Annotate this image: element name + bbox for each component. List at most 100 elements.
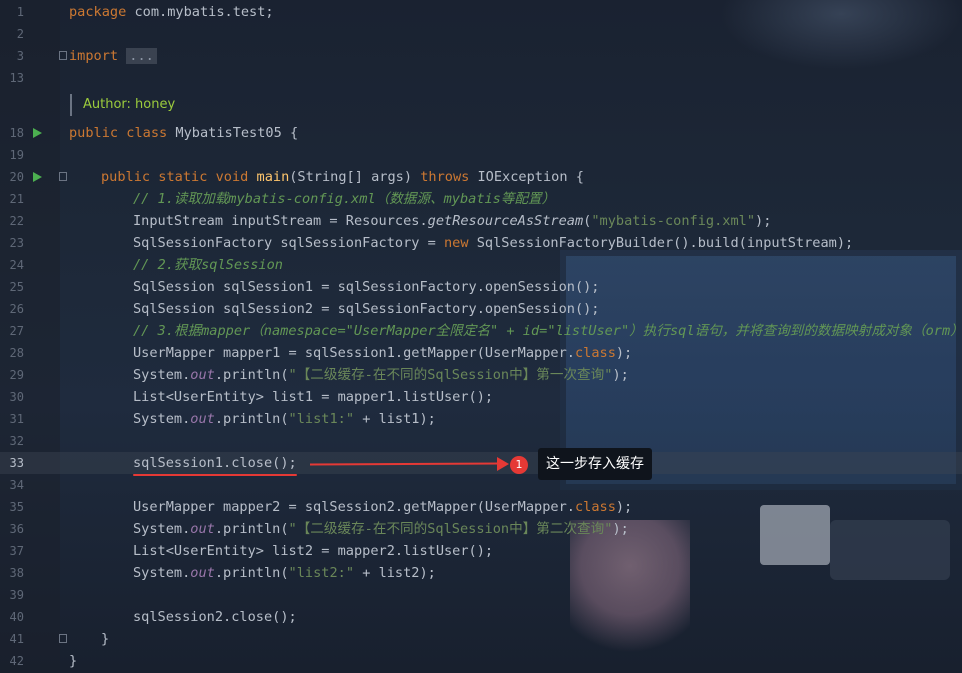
code-text: IOException {	[469, 169, 584, 185]
annotation-underline	[133, 474, 297, 476]
code-text: .println(	[214, 565, 289, 581]
code-text: UserMapper mapper2 = sqlSession2.getMapp…	[133, 499, 575, 515]
code-text: + list1);	[354, 411, 436, 427]
line-number[interactable]: 13	[0, 67, 24, 89]
line-number[interactable]: 38	[0, 562, 24, 584]
line-number[interactable]: 25	[0, 276, 24, 298]
run-main-icon[interactable]	[33, 172, 42, 182]
string-literal: "【二级缓存-在不同的SqlSession中】第二次查询"	[288, 521, 613, 537]
author-inlay-hint[interactable]: Author: honey	[70, 94, 175, 116]
code-text: );	[612, 367, 629, 383]
string-literal: "list2:"	[288, 565, 355, 581]
run-class-icon[interactable]	[33, 128, 42, 138]
code-text: SqlSessionFactoryBuilder().build(inputSt…	[468, 235, 854, 251]
code-line-41[interactable]: }	[101, 628, 109, 650]
code-text: (String[] args)	[289, 169, 421, 185]
line-number[interactable]: 2	[0, 23, 24, 45]
string-literal: "mybatis-config.xml"	[591, 213, 756, 229]
code-text: MybatisTest05 {	[167, 125, 299, 141]
line-number[interactable]: 27	[0, 320, 24, 342]
keyword: import	[69, 48, 119, 64]
line-number[interactable]: 35	[0, 496, 24, 518]
line-number-current[interactable]: 33	[0, 452, 24, 474]
line-number[interactable]: 40	[0, 606, 24, 628]
code-text: SqlSessionFactory sqlSessionFactory =	[133, 235, 444, 251]
line-number[interactable]: 23	[0, 232, 24, 254]
annotation-number-badge: 1	[510, 456, 528, 474]
code-line-40[interactable]: sqlSession2.close();	[133, 606, 297, 628]
code-line-37[interactable]: List<UserEntity> list2 = mapper2.listUse…	[133, 540, 493, 562]
line-number[interactable]: 26	[0, 298, 24, 320]
code-text: System.	[133, 367, 191, 383]
keyword: class	[574, 499, 616, 515]
method-name: main	[248, 169, 290, 185]
code-text: );	[615, 345, 633, 361]
line-number[interactable]: 29	[0, 364, 24, 386]
code-line-42[interactable]: }	[69, 650, 77, 672]
string-literal: "【二级缓存-在不同的SqlSession中】第一次查询"	[288, 367, 613, 383]
annotation-callout: 这一步存入缓存	[538, 448, 652, 480]
keyword: public static void	[101, 169, 249, 185]
static-method: getResourceAsStream	[427, 213, 584, 229]
line-number[interactable]: 30	[0, 386, 24, 408]
static-field: out	[190, 521, 215, 537]
code-line-21-comment[interactable]: // 1.读取加载mybatis-config.xml（数据源、mybatis等…	[133, 188, 555, 210]
code-text: UserMapper mapper1 = sqlSession1.getMapp…	[133, 345, 575, 361]
code-line-18[interactable]: public class MybatisTest05 {	[69, 122, 298, 144]
code-line-22[interactable]: InputStream inputStream = Resources.getR…	[133, 210, 771, 232]
line-number[interactable]: 19	[0, 144, 24, 166]
static-field: out	[190, 411, 215, 427]
keyword: throws	[420, 169, 470, 185]
static-field: out	[190, 565, 215, 581]
line-number[interactable]: 1	[0, 1, 24, 23]
static-field: out	[190, 367, 215, 383]
line-number[interactable]: 31	[0, 408, 24, 430]
keyword: public class	[69, 125, 168, 141]
code-text: .println(	[214, 367, 289, 383]
code-line-20[interactable]: public static void main(String[] args) t…	[101, 166, 584, 188]
code-line-28[interactable]: UserMapper mapper1 = sqlSession1.getMapp…	[133, 342, 632, 364]
code-line-29[interactable]: System.out.println("【二级缓存-在不同的SqlSession…	[133, 364, 629, 386]
line-number[interactable]: 28	[0, 342, 24, 364]
line-number[interactable]: 37	[0, 540, 24, 562]
fold-expand-icon[interactable]	[59, 51, 67, 60]
line-number[interactable]: 32	[0, 430, 24, 452]
code-text: com.mybatis.test;	[126, 4, 274, 20]
fold-collapse-icon[interactable]	[59, 172, 67, 181]
line-number[interactable]: 21	[0, 188, 24, 210]
keyword: new	[444, 235, 469, 251]
code-line-26[interactable]: SqlSession sqlSession2 = sqlSessionFacto…	[133, 298, 600, 320]
code-line-35[interactable]: UserMapper mapper2 = sqlSession2.getMapp…	[133, 496, 632, 518]
code-line-3[interactable]: import ...	[69, 45, 157, 67]
line-number[interactable]: 36	[0, 518, 24, 540]
code-line-30[interactable]: List<UserEntity> list1 = mapper1.listUse…	[133, 386, 493, 408]
code-text: .println(	[214, 411, 289, 427]
code-line-27-comment[interactable]: // 3.根据mapper（namespace="UserMapper全限定名"…	[133, 320, 962, 342]
code-text: System.	[133, 411, 191, 427]
annotation-arrow-head-icon	[497, 457, 509, 471]
code-line-23[interactable]: SqlSessionFactory sqlSessionFactory = ne…	[133, 232, 853, 254]
code-text: System.	[133, 565, 191, 581]
code-line-25[interactable]: SqlSession sqlSession1 = sqlSessionFacto…	[133, 276, 600, 298]
code-line-33[interactable]: sqlSession1.close();	[133, 452, 297, 474]
code-text: );	[615, 499, 633, 515]
line-number[interactable]: 24	[0, 254, 24, 276]
line-number[interactable]: 22	[0, 210, 24, 232]
line-number[interactable]: 34	[0, 474, 24, 496]
code-line-31[interactable]: System.out.println("list1:" + list1);	[133, 408, 436, 430]
code-text: .println(	[214, 521, 289, 537]
code-text: );	[755, 213, 772, 229]
line-number[interactable]: 39	[0, 584, 24, 606]
code-text: InputStream inputStream = Resources.	[133, 213, 428, 229]
code-line-38[interactable]: System.out.println("list2:" + list2);	[133, 562, 436, 584]
string-literal: "list1:"	[288, 411, 355, 427]
code-line-36[interactable]: System.out.println("【二级缓存-在不同的SqlSession…	[133, 518, 629, 540]
folded-imports[interactable]: ...	[126, 48, 157, 64]
code-line-1[interactable]: package com.mybatis.test;	[69, 1, 274, 23]
line-number[interactable]: 42	[0, 650, 24, 672]
fold-end-icon[interactable]	[59, 634, 67, 643]
code-text: + list2);	[354, 565, 436, 581]
keyword: class	[574, 345, 616, 361]
code-line-24-comment[interactable]: // 2.获取sqlSession	[133, 254, 283, 276]
code-text: );	[612, 521, 629, 537]
